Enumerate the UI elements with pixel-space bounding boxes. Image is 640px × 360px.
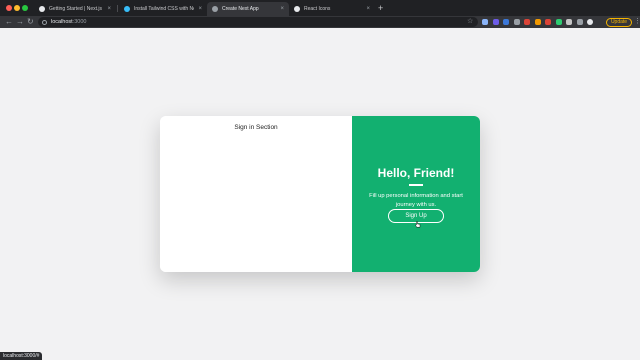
tab-getting-started[interactable]: Getting Started | Next.js × (34, 2, 116, 16)
reload-icon[interactable]: ↻ (27, 17, 34, 27)
tab-label: Install Tailwind CSS with Next.js (134, 6, 194, 12)
react-icons-favicon-icon (294, 6, 300, 12)
extension-icon[interactable] (576, 19, 583, 25)
site-info-icon[interactable] (42, 19, 47, 25)
back-arrow-icon[interactable]: ← (5, 17, 13, 27)
tab-close-icon[interactable]: × (366, 6, 370, 12)
tab-label: Create Next App (222, 6, 259, 12)
new-tab-button[interactable]: + (378, 3, 383, 13)
extension-icon[interactable] (524, 19, 530, 25)
tab-close-icon[interactable]: × (107, 6, 111, 12)
extension-icon[interactable] (587, 19, 593, 25)
tailwind-favicon-icon (124, 6, 130, 12)
tab-separator (117, 5, 118, 12)
extension-icon[interactable] (534, 19, 541, 25)
signup-description: Fill up personal information and start j… (369, 193, 463, 208)
extension-icon[interactable] (482, 19, 488, 25)
extension-icon[interactable] (545, 19, 551, 25)
address-url: localhost:3000 (51, 19, 86, 25)
signup-panel: Hello, Friend! Fill up personal informat… (352, 116, 480, 272)
tab-close-icon[interactable]: × (280, 6, 284, 12)
auth-card: Sign in Section Hello, Friend! Fill up p… (160, 116, 480, 272)
extension-icon[interactable] (566, 19, 572, 25)
extension-icon[interactable] (492, 19, 499, 25)
signin-panel: Sign in Section (160, 116, 352, 272)
browser-toolbar: ← → ↻ localhost:3000 ☆ Update ⋮ (0, 16, 640, 28)
forward-arrow-icon[interactable]: → (16, 17, 24, 27)
url-port: :3000 (72, 19, 87, 25)
extension-icon[interactable] (555, 19, 562, 25)
extension-icon[interactable] (503, 19, 509, 25)
hand-pointer-cursor-icon (415, 221, 421, 228)
tab-label: Getting Started | Next.js (49, 6, 102, 12)
tab-react-icons[interactable]: React Icons × (289, 2, 375, 16)
bookmark-star-icon[interactable]: ☆ (467, 17, 473, 27)
browser-tab-strip: Getting Started | Next.js × Install Tail… (0, 0, 640, 16)
tab-install-tailwind[interactable]: Install Tailwind CSS with Next.js × (119, 2, 207, 16)
update-button[interactable]: Update (606, 17, 632, 27)
tab-label: React Icons (304, 6, 331, 12)
close-window-button[interactable] (6, 5, 12, 11)
minimize-window-button[interactable] (14, 5, 20, 11)
signin-title: Sign in Section (234, 124, 278, 131)
heading-divider (409, 184, 423, 186)
address-bar[interactable]: localhost:3000 (38, 17, 478, 27)
signup-heading: Hello, Friend! (377, 166, 455, 180)
status-bar-url: localhost:3000/# (0, 352, 43, 360)
menu-kebab-icon[interactable]: ⋮ (634, 17, 640, 27)
tab-close-icon[interactable]: × (198, 6, 202, 12)
maximize-window-button[interactable] (22, 5, 28, 11)
tab-create-next-app[interactable]: Create Next App × (207, 2, 289, 16)
nextjs-favicon-icon (212, 6, 218, 12)
nextjs-favicon-icon (39, 6, 45, 12)
extension-icon[interactable] (513, 19, 520, 25)
url-host: localhost (51, 19, 73, 25)
